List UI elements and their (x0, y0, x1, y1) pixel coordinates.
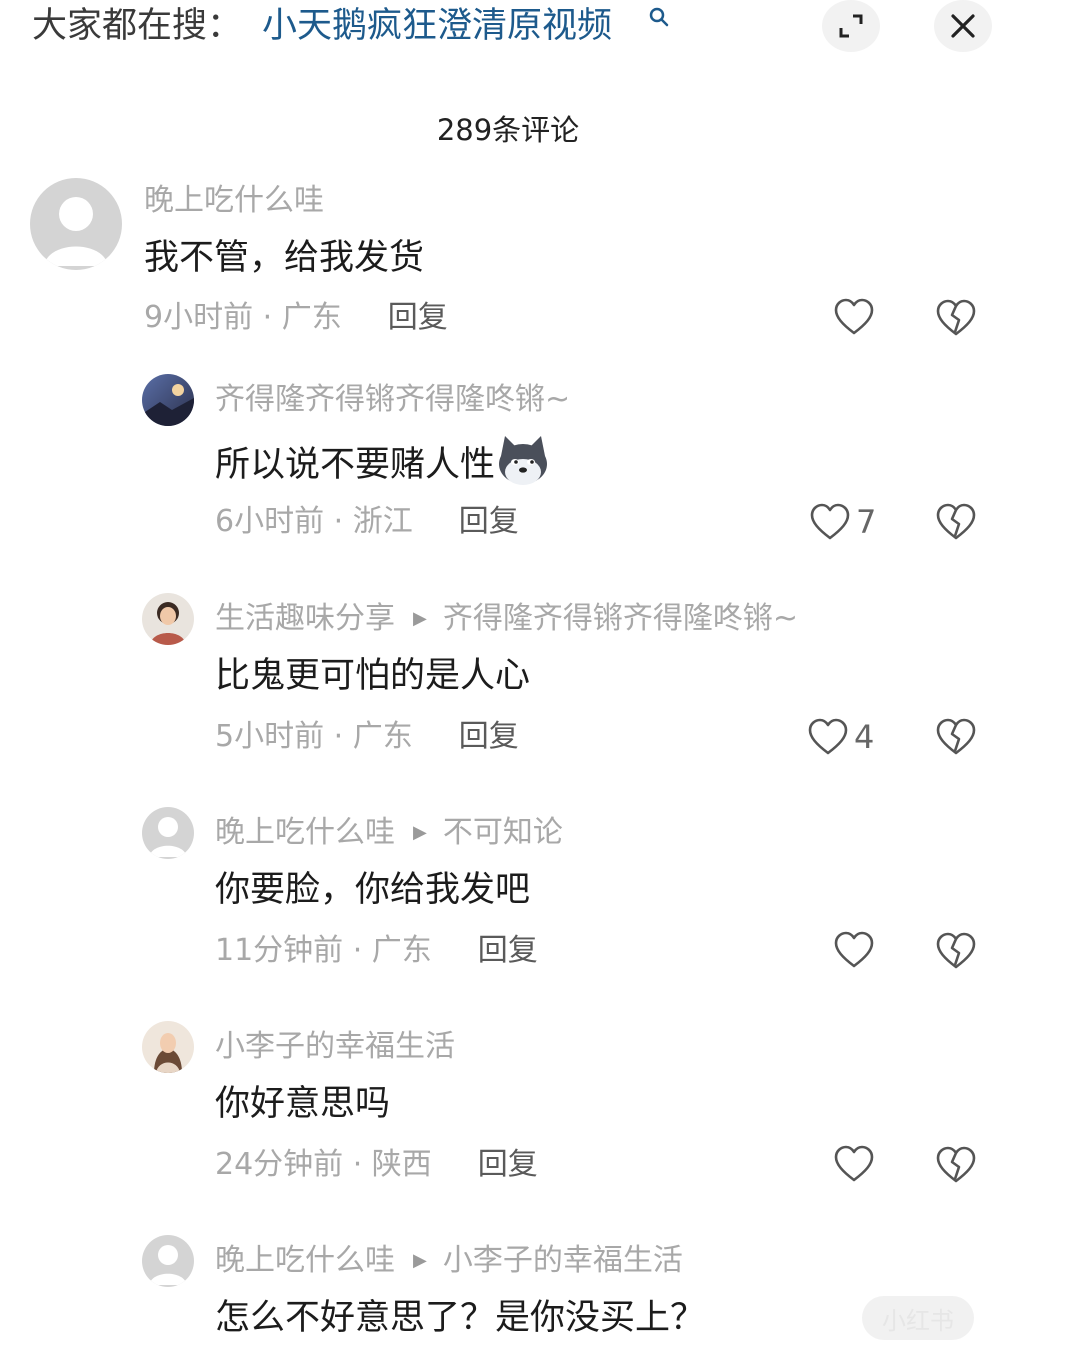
comment-meta: 24分钟前 · 陕西 回复 (215, 1145, 538, 1185)
default-avatar-icon (142, 1235, 194, 1287)
reply-button[interactable]: 回复 (388, 300, 448, 335)
like-button[interactable] (834, 1145, 880, 1183)
avatar[interactable] (142, 807, 194, 859)
heart-icon (808, 718, 848, 755)
watermark-logo: 小红书 (862, 1296, 974, 1340)
heart-icon (834, 931, 874, 968)
comment-meta: 5小时前 · 广东 回复 (215, 717, 519, 757)
comment-username-text[interactable]: 晚上吃什么哇 (215, 813, 395, 853)
comment-text: 你好意思吗 (215, 1084, 391, 1124)
comment-time-location: 9小时前 · 广东 (144, 300, 342, 335)
comment-meta: 9小时前 · 广东 回复 (144, 298, 448, 338)
comment-meta: 11分钟前 · 广东 回复 (215, 931, 538, 971)
broken-heart-icon[interactable] (936, 299, 976, 337)
like-button[interactable] (834, 931, 880, 969)
avatar[interactable] (142, 593, 194, 645)
search-suggestion-bar: 大家都在搜： 小天鹅疯狂澄清原视频 (0, 0, 1080, 60)
expand-button[interactable] (822, 0, 880, 52)
reply-button[interactable]: 回复 (478, 1147, 538, 1182)
heart-icon (810, 503, 850, 540)
reply-button[interactable]: 回复 (459, 719, 519, 754)
reply-to-username[interactable]: 小李子的幸福生活 (443, 1241, 683, 1281)
like-count: 7 (856, 503, 877, 541)
reply-to-username[interactable]: 不可知论 (443, 813, 563, 853)
comment-username[interactable]: 晚上吃什么哇 (144, 181, 324, 221)
comment-time-location: 6小时前 · 浙江 (215, 504, 413, 539)
comment-time-location: 24分钟前 · 陕西 (215, 1147, 432, 1182)
close-button[interactable] (934, 0, 992, 52)
like-button[interactable]: 4 (808, 717, 874, 757)
reply-button[interactable]: 回复 (478, 933, 538, 968)
reply-arrow-icon: ▶ (413, 822, 427, 843)
comment-time-location: 5小时前 · 广东 (215, 719, 413, 754)
heart-icon (834, 1145, 874, 1182)
avatar[interactable] (142, 1021, 194, 1073)
like-count: 4 (854, 718, 875, 756)
comment-username: 生活趣味分享 ▶ 齐得隆齐得锵齐得隆咚锵~ (215, 599, 798, 639)
comment-count-title: 289条评论 (436, 113, 580, 147)
heart-icon (834, 298, 874, 335)
comment-meta: 6小时前 · 浙江 回复 (215, 502, 519, 542)
comment-username-text[interactable]: 生活趣味分享 (215, 599, 395, 639)
search-suggestion-label: 大家都在搜： (32, 6, 243, 46)
comment-time-location: 11分钟前 · 广东 (215, 933, 432, 968)
broken-heart-icon[interactable] (936, 1146, 976, 1184)
comment-username[interactable]: 齐得隆齐得锵齐得隆咚锵~ (215, 380, 570, 420)
default-avatar-icon (30, 178, 122, 270)
reply-button[interactable]: 回复 (459, 504, 519, 539)
comment-username: 晚上吃什么哇 ▶ 小李子的幸福生活 (215, 1241, 683, 1281)
avatar[interactable] (142, 374, 194, 426)
comment-username-text[interactable]: 晚上吃什么哇 (215, 1241, 395, 1281)
broken-heart-icon[interactable] (936, 932, 976, 970)
comment-text: 我不管，给我发货 (144, 238, 425, 278)
comment-username: 晚上吃什么哇 ▶ 不可知论 (215, 813, 563, 853)
comment-username[interactable]: 小李子的幸福生活 (215, 1027, 455, 1067)
default-avatar-icon (142, 807, 194, 859)
like-button[interactable] (834, 298, 880, 336)
like-button[interactable]: 7 (810, 502, 876, 542)
comments-page: 大家都在搜： 小天鹅疯狂澄清原视频 289条评论 晚上吃什么哇 我不管，给我发货… (0, 0, 1080, 1354)
comment-text: 比鬼更可怕的是人心 (215, 656, 531, 696)
search-icon (649, 7, 669, 27)
avatar[interactable] (30, 178, 122, 270)
comment-text: 你要脸，你给我发吧 (215, 870, 531, 910)
comment-text: 怎么不好意思了？是你没买上？ (215, 1298, 706, 1338)
user-avatar-icon (142, 1021, 194, 1073)
husky-emoji-icon (499, 436, 548, 485)
reply-to-username[interactable]: 齐得隆齐得锵齐得隆咚锵~ (443, 599, 798, 639)
user-avatar-icon (142, 374, 194, 426)
user-avatar-icon (142, 593, 194, 645)
comment-text: 所以说不要赌人性 (215, 434, 551, 488)
close-icon (951, 14, 975, 38)
search-suggestion-link[interactable]: 小天鹅疯狂澄清原视频 (262, 4, 612, 48)
comment-text-body: 所以说不要赌人性 (215, 445, 496, 485)
broken-heart-icon[interactable] (936, 503, 976, 541)
expand-icon (839, 14, 863, 38)
broken-heart-icon[interactable] (936, 718, 976, 756)
reply-arrow-icon: ▶ (413, 1250, 427, 1271)
avatar[interactable] (142, 1235, 194, 1287)
reply-arrow-icon: ▶ (413, 608, 427, 629)
